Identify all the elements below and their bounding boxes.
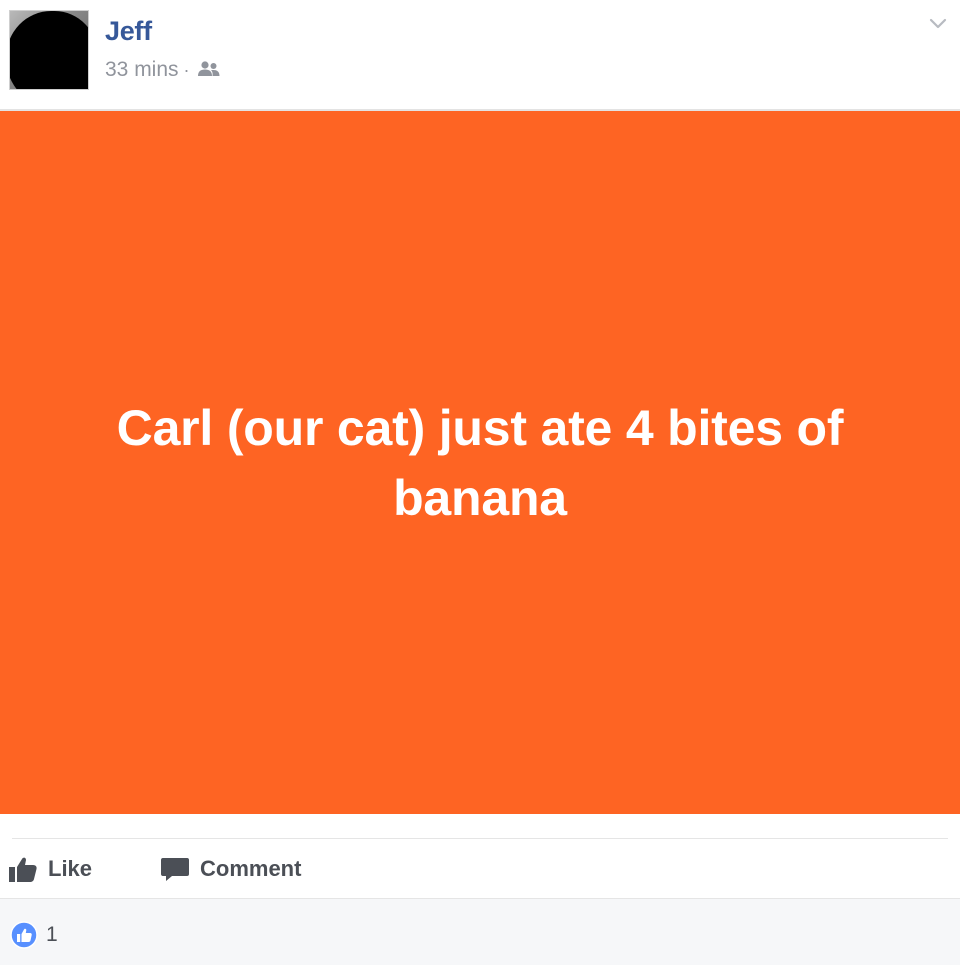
comment-label: Comment [200,856,302,881]
action-bar: Like Comment [0,840,960,898]
author-name[interactable]: Jeff [105,16,152,47]
action-divider [12,838,948,839]
meta-separator: · [183,59,190,80]
post-timestamp[interactable]: 33 mins [105,58,179,82]
comment-button[interactable]: Comment [160,848,301,890]
like-button[interactable]: Like [8,848,92,890]
like-reaction-icon [10,921,38,949]
post-card: Jeff 33 mins · Carl (our cat) just ate 4… [0,0,960,965]
post-text: Carl (our cat) just ate 4 bites of banan… [116,399,844,526]
reaction-summary[interactable]: 1 [10,921,58,949]
chevron-down-icon[interactable] [926,14,950,34]
friends-icon[interactable] [196,60,222,80]
reactions-bar: 1 [0,898,960,965]
post-meta: 33 mins · [105,57,222,83]
comment-icon [161,858,189,881]
avatar-redaction [10,11,88,89]
reaction-count: 1 [46,923,58,946]
avatar[interactable] [9,10,89,90]
thumbs-up-icon [9,857,37,882]
post-header: Jeff 33 mins · [0,0,960,110]
like-label: Like [48,856,93,881]
post-colored-background: Carl (our cat) just ate 4 bites of banan… [0,111,960,814]
